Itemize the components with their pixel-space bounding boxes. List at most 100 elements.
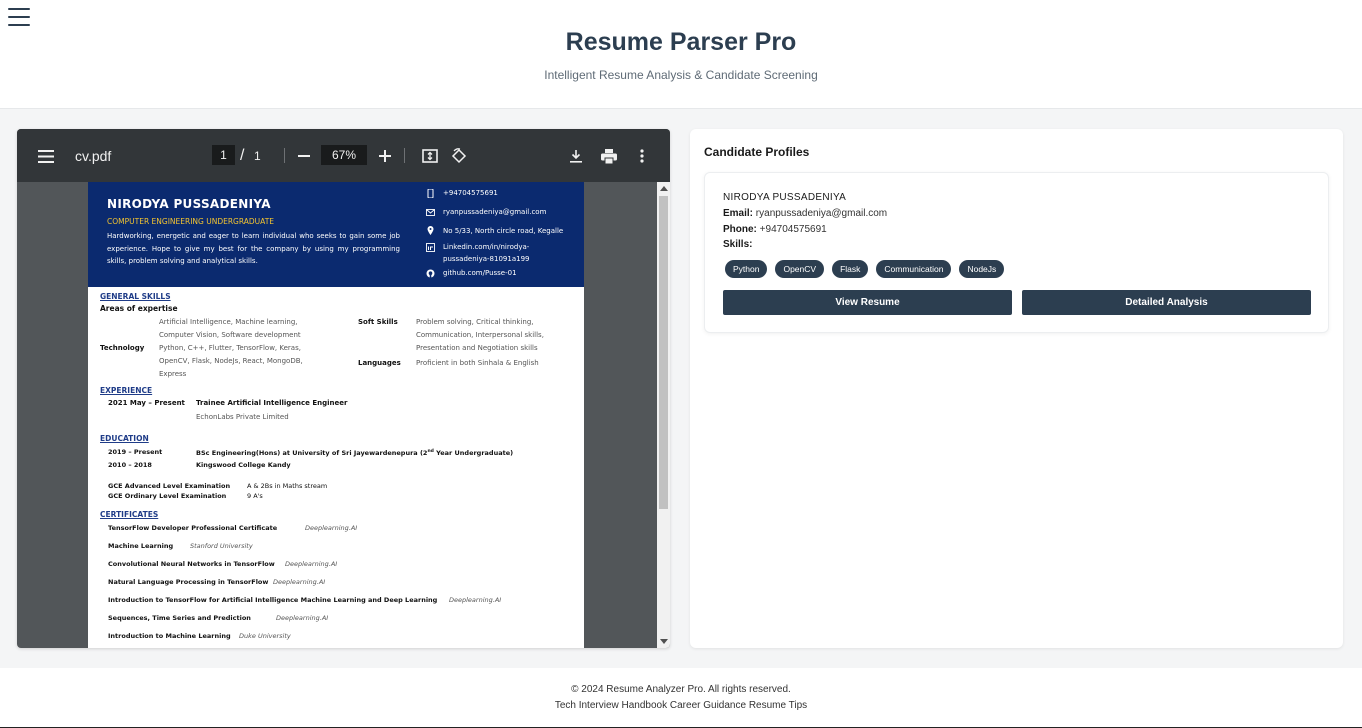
- cv-cert-title: Introduction to Machine Learning: [108, 632, 231, 640]
- cv-role: COMPUTER ENGINEERING UNDERGRADUATE: [107, 217, 275, 226]
- app-header: Resume Parser Pro Intelligent Resume Ana…: [0, 0, 1362, 109]
- hamburger-menu-icon[interactable]: [8, 8, 30, 28]
- cv-cert-issuer: Duke University: [239, 632, 291, 640]
- linkedin-icon: [426, 243, 435, 252]
- page-title: Resume Parser Pro: [565, 28, 797, 56]
- cv-languages: Proficient in both Sinhala & English: [416, 359, 539, 367]
- cv-github: github.com/Pusse-01: [443, 269, 517, 277]
- view-resume-button[interactable]: View Resume: [723, 290, 1012, 315]
- pdf-toolbar: cv.pdf 1 / 1 67%: [17, 129, 670, 182]
- cv-section-certificates: CERTIFICATES: [100, 510, 159, 519]
- candidate-profiles-panel: Candidate Profiles NIRODYA PUSSADENIYA E…: [690, 129, 1343, 648]
- cv-cert-title: Machine Learning: [108, 542, 174, 550]
- cv-cert-issuer: Deeplearning.AI: [276, 614, 329, 622]
- skill-chip: OpenCV: [775, 260, 825, 278]
- cv-name: NIRODYA PUSSADENIYA: [107, 197, 271, 211]
- fit-page-icon[interactable]: [419, 145, 441, 167]
- cv-exp-company: EchonLabs Private Limited: [196, 413, 289, 421]
- cv-soft-skills-line: Presentation and Negotiation skills: [416, 344, 538, 352]
- candidate-skills-label: Skills:: [723, 239, 752, 250]
- candidate-phone: Phone: +94704575691: [723, 224, 827, 235]
- pdf-file-name: cv.pdf: [75, 147, 112, 164]
- footer-link-resume-tips[interactable]: Resume Tips: [749, 700, 807, 711]
- pdf-viewer: cv.pdf 1 / 1 67% NIRODYA PUSSADENIYA COM…: [17, 129, 670, 648]
- cv-section-general-skills: GENERAL SKILLS: [100, 292, 171, 301]
- scroll-up-icon[interactable]: [660, 186, 668, 191]
- page-subtitle: Intelligent Resume Analysis & Candidate …: [544, 68, 818, 82]
- zoom-out-icon[interactable]: [293, 145, 315, 167]
- page-number-input[interactable]: 1: [212, 145, 235, 165]
- scroll-down-icon[interactable]: [660, 639, 668, 644]
- rotate-icon[interactable]: [448, 145, 470, 167]
- cv-areas-line: Artificial Intelligence, Machine learnin…: [159, 318, 298, 326]
- candidate-profiles-title: Candidate Profiles: [704, 145, 810, 159]
- detailed-analysis-button[interactable]: Detailed Analysis: [1022, 290, 1311, 315]
- location-icon: [427, 226, 434, 235]
- cv-technology-label: Technology: [100, 344, 145, 352]
- cv-edu-text: BSc Engineering(Hons) at University of S…: [196, 446, 513, 460]
- phone-icon: [427, 189, 434, 198]
- cv-email: ryanpussadeniya@gmail.com: [443, 208, 547, 216]
- cv-edu-tail: Year Undergraduate): [433, 449, 514, 458]
- footer-copyright: © 2024 Resume Analyzer Pro. All rights r…: [571, 684, 791, 695]
- skills-list: Python OpenCV Flask Communication NodeJs: [725, 260, 1005, 278]
- cv-address: No 5/33, North circle road, Kegalle: [443, 227, 564, 235]
- menu-icon[interactable]: [35, 145, 57, 167]
- cv-areas-heading: Areas of expertise: [100, 304, 178, 313]
- cv-gce-ol-value: 9 A's: [247, 492, 263, 500]
- skills-label: Skills:: [723, 239, 753, 250]
- more-options-icon[interactable]: [631, 145, 653, 167]
- cv-cert-issuer: Stanford University: [190, 542, 253, 550]
- pdf-scrollbar[interactable]: [657, 182, 670, 648]
- toolbar-divider: [284, 148, 285, 163]
- cv-edu-period: 2019 – Present: [108, 448, 163, 456]
- cv-technology-line: Express: [159, 370, 187, 378]
- cv-edu-university: BSc Engineering(Hons) at University of S…: [196, 449, 418, 458]
- toolbar-divider: [404, 148, 405, 163]
- skill-chip: NodeJs: [959, 260, 1005, 278]
- cv-areas-line: Computer Vision, Software development: [159, 331, 301, 339]
- email-icon: [426, 209, 435, 216]
- cv-section-experience: EXPERIENCE: [100, 386, 153, 395]
- page-separator: /: [240, 146, 245, 164]
- cv-languages-label: Languages: [358, 359, 401, 367]
- skill-chip: Communication: [876, 260, 952, 278]
- cv-linkedin-cont: pussadeniya-81091a199: [443, 255, 530, 263]
- email-label: Email:: [723, 208, 754, 219]
- cv-soft-skills-label: Soft Skills: [358, 318, 398, 326]
- cv-summary: Hardworking, energetic and eager to lear…: [107, 232, 400, 265]
- cv-cert-issuer: Deeplearning.AI: [449, 596, 502, 604]
- footer-links: Tech Interview Handbook Career Guidance …: [0, 700, 1362, 711]
- cv-edu-school: Kingswood College Kandy: [196, 461, 291, 469]
- cv-exp-title: Trainee Artificial Intelligence Engineer: [196, 399, 348, 407]
- pdf-page: NIRODYA PUSSADENIYA COMPUTER ENGINEERING…: [88, 182, 584, 648]
- cv-header-banner: NIRODYA PUSSADENIYA COMPUTER ENGINEERING…: [88, 182, 584, 287]
- page-total: 1: [254, 148, 261, 163]
- cv-cert-title: Convolutional Neural Networks in TensorF…: [108, 560, 275, 568]
- cv-cert-title: Sequences, Time Series and Prediction: [108, 614, 251, 622]
- download-icon[interactable]: [565, 145, 587, 167]
- skill-chip: Python: [725, 260, 768, 278]
- zoom-level-input[interactable]: 67%: [321, 145, 367, 165]
- cv-soft-skills-line: Communication, Interpersonal skills,: [416, 331, 544, 339]
- cv-cert-title: TensorFlow Developer Professional Certif…: [108, 524, 278, 532]
- footer-link-career-guidance[interactable]: Career Guidance: [670, 700, 746, 711]
- cv-phone: +94704575691: [443, 189, 498, 197]
- github-icon: [426, 269, 435, 278]
- cv-cert-title: Natural Language Processing in TensorFlo…: [108, 578, 269, 586]
- cv-cert-issuer: Deeplearning.AI: [305, 524, 358, 532]
- cv-cert-title: Introduction to TensorFlow for Artificia…: [108, 596, 438, 604]
- candidate-card: NIRODYA PUSSADENIYA Email: ryanpussadeni…: [704, 172, 1329, 333]
- cv-technology-line: Python, C++, Flutter, TensorFlow, Keras,: [159, 344, 301, 352]
- cv-linkedin: Linkedin.com/in/nirodya-: [443, 243, 530, 251]
- cv-soft-skills-line: Problem solving, Critical thinking,: [416, 318, 534, 326]
- print-icon[interactable]: [598, 145, 620, 167]
- zoom-in-icon[interactable]: [374, 145, 396, 167]
- cv-exp-period: 2021 May – Present: [108, 399, 185, 407]
- cv-section-education: EDUCATION: [100, 434, 149, 443]
- cv-cert-issuer: Deeplearning.AI: [285, 560, 338, 568]
- cv-edu-period: 2010 – 2018: [108, 461, 152, 469]
- cv-technology-line: OpenCV, Flask, NodeJs, React, MongoDB,: [159, 357, 303, 365]
- pdf-scrollbar-thumb[interactable]: [659, 196, 668, 509]
- footer-link-tech-interview[interactable]: Tech Interview Handbook: [555, 700, 667, 711]
